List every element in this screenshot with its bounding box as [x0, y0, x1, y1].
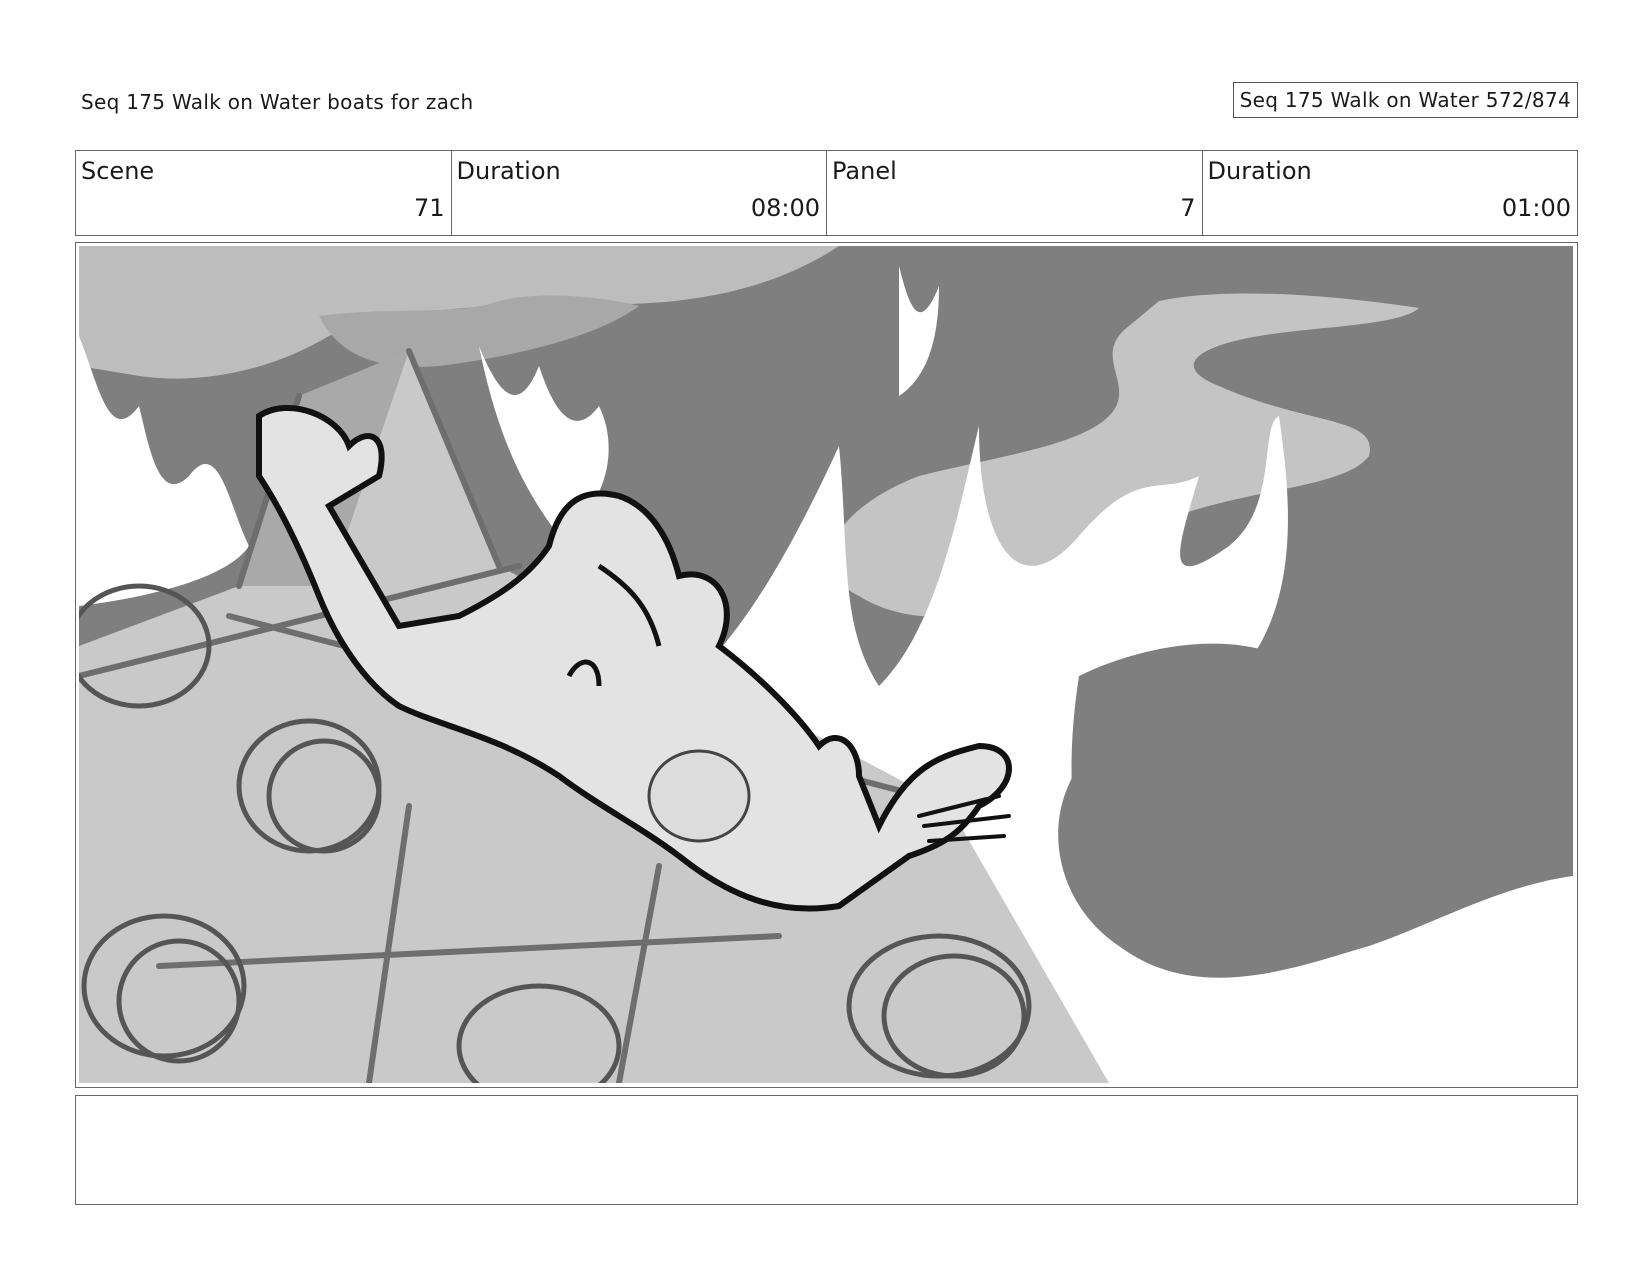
panel-duration-label: Duration: [1207, 157, 1312, 185]
scene-duration-value: 08:00: [750, 194, 820, 222]
panel-label: Panel: [832, 157, 897, 185]
sequence-title: Seq 175 Walk on Water boats for zach: [81, 90, 474, 114]
scene-duration-label: Duration: [456, 157, 561, 185]
panel-duration-cell: Duration 01:00: [1203, 151, 1578, 235]
scene-value: 71: [413, 194, 445, 222]
panel-value: 7: [1180, 194, 1196, 222]
scene-duration-cell: Duration 08:00: [452, 151, 827, 235]
page-counter: Seq 175 Walk on Water 572/874: [1232, 82, 1578, 118]
panel-duration-value: 01:00: [1501, 194, 1571, 222]
scene-label: Scene: [81, 157, 155, 185]
scene-cell: Scene 71: [76, 151, 452, 235]
storyboard-sketch-image: [79, 246, 1573, 1083]
panel-cell: Panel 7: [827, 151, 1203, 235]
storyboard-panel-frame: [75, 242, 1578, 1088]
panel-notes-box: [75, 1095, 1578, 1205]
panel-info-table: Scene 71 Duration 08:00 Panel 7 Duration…: [75, 150, 1578, 236]
